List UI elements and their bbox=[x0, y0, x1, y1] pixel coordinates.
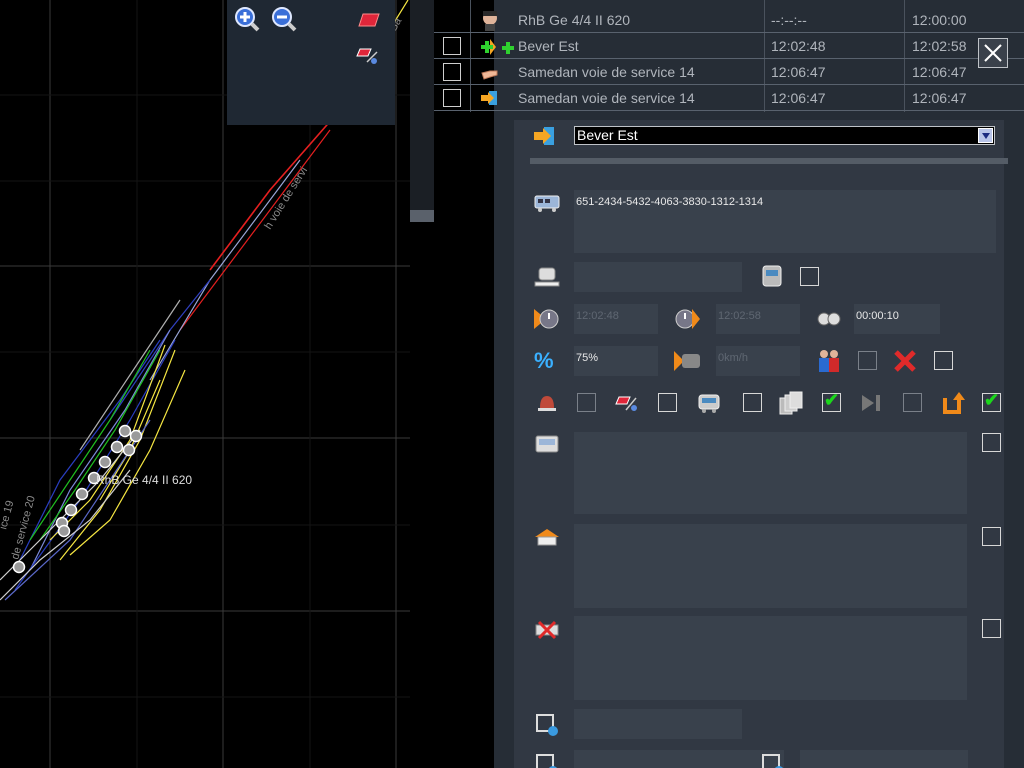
turn-back-icon bbox=[941, 390, 967, 416]
divider bbox=[530, 158, 1008, 164]
arrival-time: --:--:-- bbox=[771, 12, 807, 28]
wait-time-field[interactable]: 00:00:10 bbox=[854, 304, 940, 334]
enter-icon bbox=[532, 124, 558, 150]
arrival-time-field[interactable]: 12:02:48 bbox=[574, 304, 658, 334]
zoom-out-icon[interactable] bbox=[271, 6, 297, 32]
enter-icon bbox=[480, 89, 498, 107]
setting-field-2[interactable] bbox=[574, 750, 784, 768]
track-edit-icon bbox=[614, 390, 640, 416]
map-toolbar bbox=[227, 0, 395, 125]
stop-checkbox[interactable] bbox=[443, 89, 461, 107]
locomotive-checkbox[interactable] bbox=[743, 393, 762, 412]
list-item[interactable]: Samedan voie de service 14 12:06:47 12:0… bbox=[434, 85, 1024, 111]
stop-name: Samedan voie de service 14 bbox=[518, 64, 695, 80]
hand-point-icon bbox=[480, 63, 498, 81]
bell-icon bbox=[534, 390, 560, 416]
train-icon bbox=[534, 190, 560, 216]
driver-icon bbox=[479, 9, 501, 31]
list-item[interactable]: Samedan voie de service 14 12:06:47 12:0… bbox=[434, 59, 1024, 85]
skip-checkbox[interactable] bbox=[903, 393, 922, 412]
percent-field[interactable]: 75% bbox=[574, 346, 658, 376]
settings-frame-icon bbox=[534, 712, 560, 738]
platform-sign-icon bbox=[534, 432, 560, 458]
passengers-checkbox[interactable] bbox=[858, 351, 877, 370]
arrival-time: 12:06:47 bbox=[771, 90, 826, 106]
eraser-icon[interactable] bbox=[355, 6, 381, 32]
platform-icon bbox=[534, 264, 560, 290]
arrival-time: 12:02:48 bbox=[771, 38, 826, 54]
train-number-field[interactable]: 651-2434-5432-4063-3830-1312-1314 bbox=[574, 190, 996, 253]
speed-limit-icon bbox=[674, 348, 700, 374]
station-icon bbox=[534, 525, 560, 551]
departure-time: 12:06:47 bbox=[912, 64, 967, 80]
settings-frame-icon bbox=[534, 752, 560, 768]
remarks-2-checkbox[interactable] bbox=[982, 527, 1001, 546]
passengers-icon bbox=[816, 348, 842, 374]
panel-divider bbox=[410, 0, 434, 768]
departure-time: 12:02:58 bbox=[912, 38, 967, 54]
list-item[interactable]: Bever Est 12:02:48 12:02:58 bbox=[434, 33, 1024, 59]
station-train-icon bbox=[759, 264, 785, 290]
copy-checkbox[interactable] bbox=[822, 390, 841, 412]
track-label: ice 19 bbox=[0, 499, 16, 530]
bell-checkbox[interactable] bbox=[577, 393, 596, 412]
percent-icon: % bbox=[534, 348, 554, 373]
skip-icon bbox=[860, 390, 886, 416]
app-root: Sa ice 19 de service 20 h voie de servi … bbox=[0, 0, 1024, 768]
arrival-clock-icon bbox=[534, 306, 560, 332]
platform-field[interactable] bbox=[574, 262, 742, 292]
departure-time-field[interactable]: 12:02:58 bbox=[716, 304, 800, 334]
departure-clock-icon bbox=[674, 306, 700, 332]
track-edit-checkbox[interactable] bbox=[658, 393, 677, 412]
remarks-3-checkbox[interactable] bbox=[982, 619, 1001, 638]
track-edit-icon[interactable] bbox=[355, 44, 381, 70]
stop-name: Bever Est bbox=[518, 38, 579, 54]
no-stop-icon bbox=[534, 617, 560, 643]
map-view[interactable]: Sa ice 19 de service 20 h voie de servi … bbox=[0, 0, 410, 768]
stop-checkbox[interactable] bbox=[443, 63, 461, 81]
stop-name: Samedan voie de service 14 bbox=[518, 90, 695, 106]
remarks-area-3[interactable] bbox=[574, 616, 967, 700]
locomotive-icon bbox=[696, 390, 722, 416]
settings-frame-icon bbox=[760, 752, 786, 768]
zoom-in-icon[interactable] bbox=[234, 6, 260, 32]
setting-field-1[interactable] bbox=[574, 709, 742, 739]
wait-time-icon bbox=[816, 306, 842, 332]
stop-checkbox[interactable] bbox=[443, 37, 461, 55]
track-label: h voie de servi bbox=[262, 165, 310, 232]
remarks-1-checkbox[interactable] bbox=[982, 433, 1001, 452]
arrival-time: 12:06:47 bbox=[771, 64, 826, 80]
departure-time: 12:06:47 bbox=[912, 90, 967, 106]
timetable-editor: RhB Ge 4/4 II 620 --:--:-- 12:00:00 Beve… bbox=[434, 0, 1024, 768]
copy-icon bbox=[778, 390, 804, 416]
remarks-area-2[interactable] bbox=[574, 524, 967, 608]
stop-list: RhB Ge 4/4 II 620 --:--:-- 12:00:00 Beve… bbox=[434, 0, 1024, 112]
turn-back-checkbox[interactable] bbox=[982, 390, 1001, 412]
list-item[interactable]: RhB Ge 4/4 II 620 --:--:-- 12:00:00 bbox=[434, 7, 1024, 33]
close-button[interactable] bbox=[978, 38, 1008, 68]
destination-value: Bever Est bbox=[577, 127, 638, 143]
close-icon bbox=[984, 44, 1002, 62]
remarks-area-1[interactable] bbox=[574, 432, 967, 514]
departure-time: 12:00:00 bbox=[912, 12, 967, 28]
setting-field-3[interactable] bbox=[800, 750, 968, 768]
platform-checkbox[interactable] bbox=[800, 267, 819, 286]
stop-name: RhB Ge 4/4 II 620 bbox=[518, 12, 631, 28]
add-stop-icon[interactable] bbox=[480, 36, 514, 55]
cancel-icon bbox=[892, 348, 918, 374]
train-label: RhB Ge 4/4 II 620 bbox=[96, 473, 193, 487]
chevron-down-icon[interactable] bbox=[978, 128, 993, 143]
destination-select[interactable]: Bever Est bbox=[574, 126, 995, 145]
speed-field[interactable]: 0km/h bbox=[716, 346, 800, 376]
cancel-checkbox[interactable] bbox=[934, 351, 953, 370]
